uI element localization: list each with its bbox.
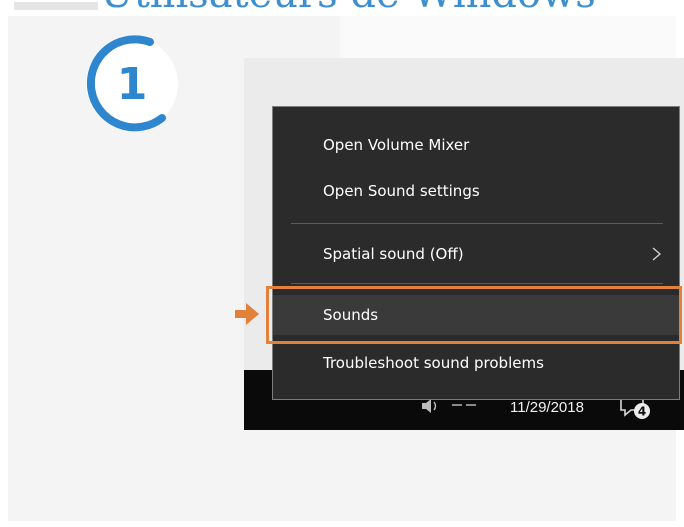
menu-item-label: Open Volume Mixer xyxy=(323,136,470,154)
menu-separator xyxy=(291,283,663,284)
menu-item-label: Troubleshoot sound problems xyxy=(323,354,544,372)
sounds-highlight-box xyxy=(266,286,682,344)
menu-item-label: Spatial sound (Off) xyxy=(323,245,464,263)
card-highlight xyxy=(340,16,676,60)
menu-item-troubleshoot[interactable]: Troubleshoot sound problems xyxy=(273,343,679,383)
taskbar-date: 11/29/2018 xyxy=(510,399,584,416)
menu-item-open-volume-mixer[interactable]: Open Volume Mixer xyxy=(273,125,679,165)
menu-separator xyxy=(291,223,663,224)
step-number: 1 xyxy=(116,58,148,110)
menu-item-spatial-sound[interactable]: Spatial sound (Off) xyxy=(273,234,679,274)
chevron-right-icon xyxy=(652,247,662,261)
step-badge: 1 xyxy=(80,32,184,136)
notification-count: 4 xyxy=(638,405,646,419)
menu-item-label: Open Sound settings xyxy=(323,182,480,200)
page-title: Utilisateurs de Windows xyxy=(100,0,596,14)
sound-context-menu: Open Volume Mixer Open Sound settings Sp… xyxy=(272,106,680,400)
arrow-right-icon xyxy=(235,303,259,325)
title-rule xyxy=(14,2,98,10)
menu-item-open-sound-settings[interactable]: Open Sound settings xyxy=(273,171,679,211)
